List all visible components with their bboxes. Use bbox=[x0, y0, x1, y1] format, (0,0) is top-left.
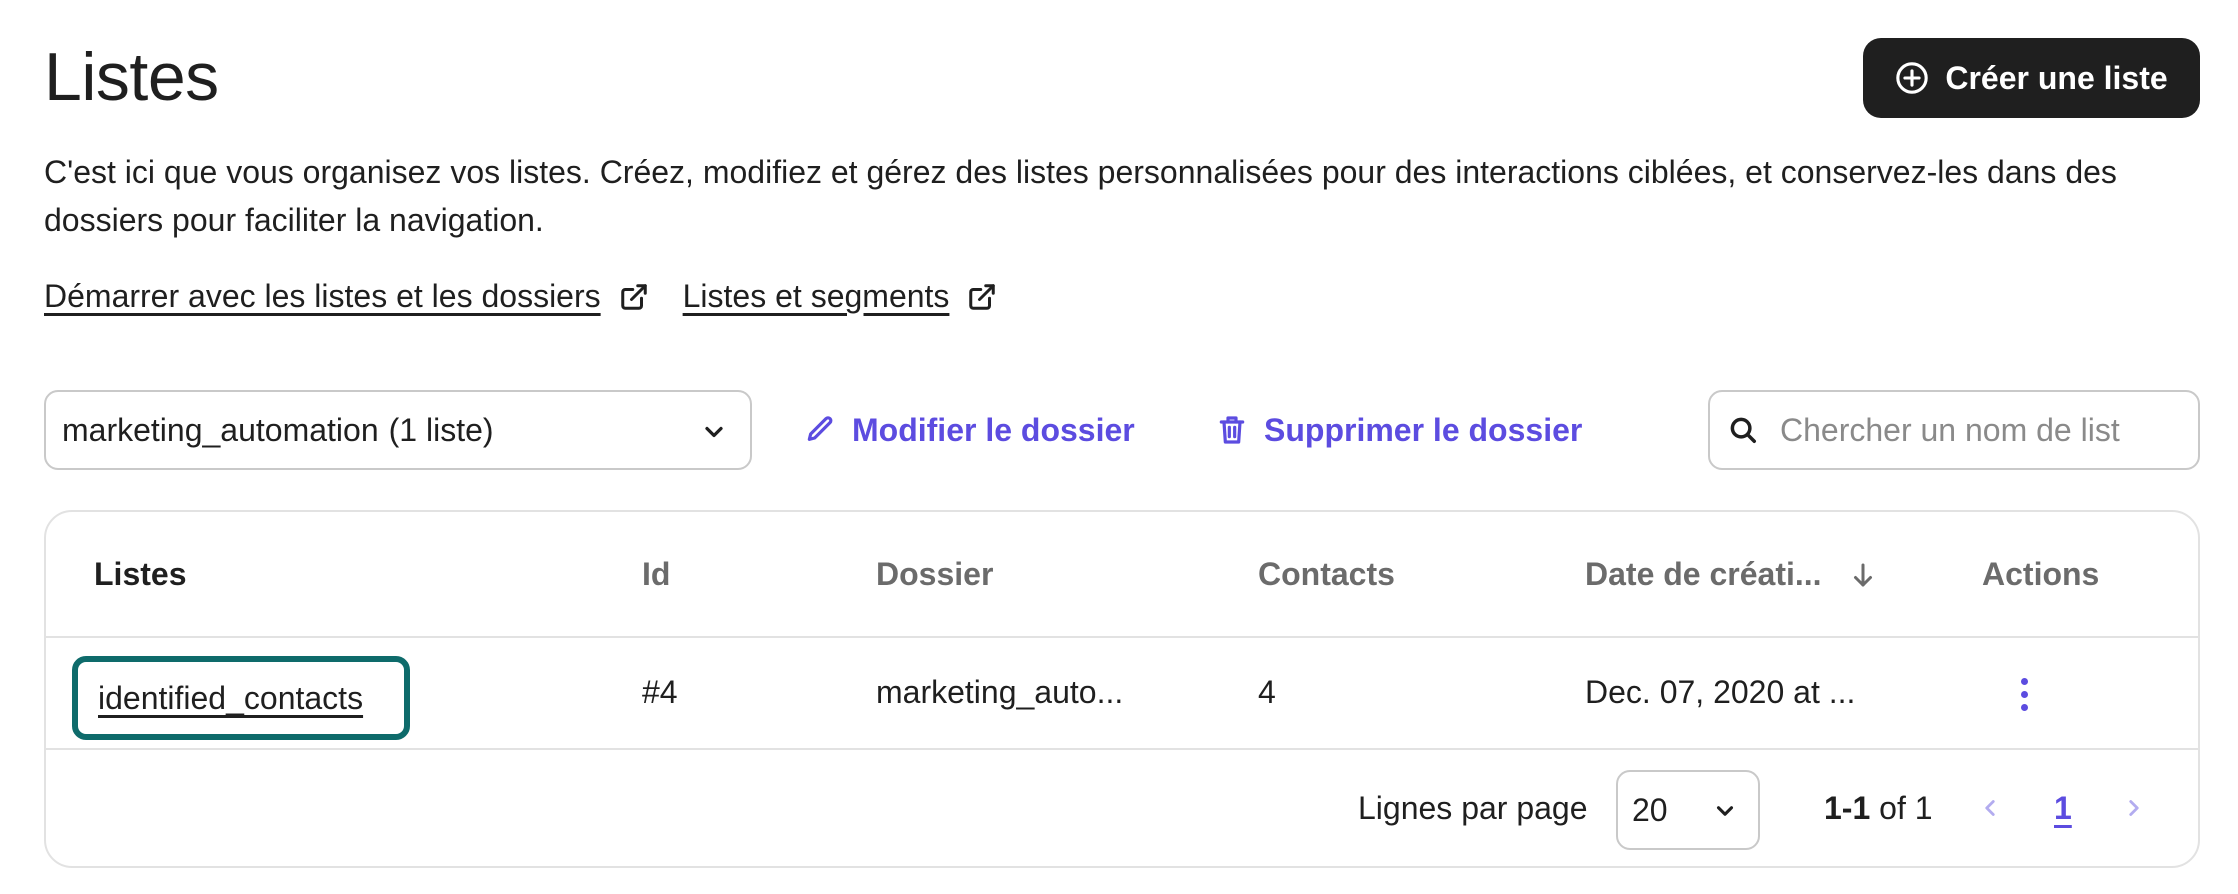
previous-page-button[interactable] bbox=[1972, 788, 2008, 828]
trash-icon bbox=[1219, 416, 1245, 444]
chevron-down-icon bbox=[705, 426, 723, 438]
help-links: Démarrer avec les listes et les dossiers… bbox=[44, 278, 997, 315]
arrow-down-icon bbox=[1853, 563, 1872, 586]
row-actions-menu-icon[interactable] bbox=[2008, 674, 2040, 714]
external-link-icon bbox=[620, 283, 647, 310]
rows-per-page-select[interactable]: 20 bbox=[1616, 770, 1760, 850]
next-page-button[interactable] bbox=[2116, 788, 2152, 828]
page-number-current[interactable]: 1 bbox=[2054, 790, 2072, 827]
column-header-actions: Actions bbox=[1982, 556, 2100, 592]
plus-circle-icon bbox=[1896, 62, 1929, 94]
edit-folder-label: Modifier le dossier bbox=[852, 411, 1135, 448]
pencil-icon bbox=[807, 416, 833, 441]
pagination-range-bold: 1-1 bbox=[1824, 790, 1871, 826]
search-input[interactable] bbox=[1780, 411, 2180, 449]
create-list-button[interactable]: Créer une liste bbox=[1863, 38, 2200, 118]
folder-select-count: (1 liste) bbox=[388, 411, 494, 448]
list-contacts: 4 bbox=[1258, 674, 1276, 710]
column-header-folder: Dossier bbox=[876, 556, 994, 592]
list-created-date: Dec. 07, 2020 at ... bbox=[1585, 674, 1856, 710]
search-box bbox=[1708, 390, 2200, 470]
table-header: Listes Id Dossier Contacts Date de créat… bbox=[46, 512, 2198, 638]
lists-table: Listes Id Dossier Contacts Date de créat… bbox=[44, 510, 2200, 868]
pagination: Lignes par page 20 1-1 of 1 1 bbox=[46, 750, 2198, 866]
create-list-label: Créer une liste bbox=[1945, 59, 2168, 96]
getting-started-link[interactable]: Démarrer avec les listes et les dossiers bbox=[44, 278, 649, 315]
folder-select[interactable]: marketing_automation (1 liste) bbox=[44, 390, 752, 470]
page-description: C'est ici que vous organisez vos listes.… bbox=[44, 154, 2117, 238]
table-row: identified_contacts #4 marketing_auto...… bbox=[46, 638, 2198, 750]
column-header-lists: Listes bbox=[94, 556, 187, 592]
lists-segments-link[interactable]: Listes et segments bbox=[683, 278, 998, 315]
delete-folder-button[interactable]: Supprimer le dossier bbox=[1216, 390, 1582, 470]
edit-folder-button[interactable]: Modifier le dossier bbox=[804, 390, 1135, 470]
column-header-created-date-label: Date de créati... bbox=[1585, 556, 1822, 592]
page-title: Listes bbox=[44, 39, 219, 115]
rows-per-page-label: Lignes par page bbox=[1358, 790, 1588, 826]
lists-segments-link-label: Listes et segments bbox=[682, 278, 950, 314]
delete-folder-label: Supprimer le dossier bbox=[1264, 411, 1583, 448]
chevron-left-icon bbox=[1985, 800, 1995, 816]
column-header-created-date[interactable]: Date de créati... bbox=[1585, 556, 1878, 593]
pagination-range: 1-1 of 1 bbox=[1824, 790, 1933, 827]
external-link-icon bbox=[969, 283, 996, 310]
getting-started-link-label: Démarrer avec les listes et les dossiers bbox=[44, 278, 601, 314]
chevron-down-icon bbox=[1716, 806, 1734, 816]
list-folder: marketing_auto... bbox=[876, 674, 1124, 710]
list-name-link[interactable]: identified_contacts bbox=[72, 656, 410, 740]
search-icon bbox=[1730, 417, 1756, 443]
pagination-range-total: of 1 bbox=[1870, 790, 1933, 826]
chevron-right-icon bbox=[2129, 800, 2139, 816]
column-header-contacts: Contacts bbox=[1258, 556, 1395, 592]
folder-select-name: marketing_automation bbox=[62, 411, 379, 448]
column-header-id: Id bbox=[642, 556, 671, 592]
rows-per-page-value: 20 bbox=[1632, 791, 1668, 828]
list-id: #4 bbox=[642, 674, 678, 710]
